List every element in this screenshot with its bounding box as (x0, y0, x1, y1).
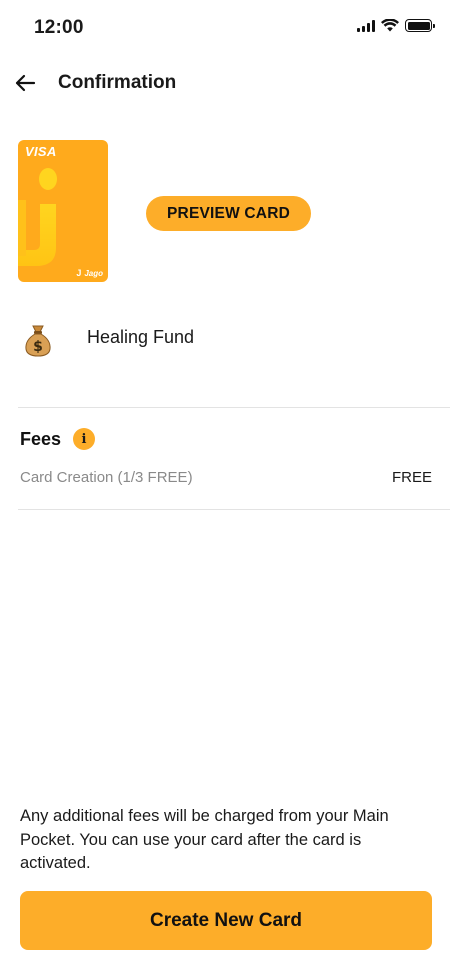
card-preview-section: VISA J Jago PREVIEW CARD (18, 140, 433, 282)
fees-header: Fees i (20, 428, 96, 450)
pocket-name: Healing Fund (87, 327, 195, 347)
svg-text:$: $ (33, 339, 43, 355)
jago-logo: J Jago (76, 268, 103, 278)
money-bag-icon: $ (20, 320, 56, 360)
fees-title: Fees (20, 428, 62, 449)
wifi-icon (381, 19, 399, 32)
app-header: Confirmation (0, 62, 450, 104)
status-time: 12:00 (34, 17, 84, 38)
divider (18, 407, 450, 408)
arrow-left-icon (15, 74, 36, 92)
jago-mark: J (76, 268, 82, 278)
create-new-card-button[interactable]: Create New Card (20, 891, 432, 950)
visa-logo: VISA (25, 144, 57, 159)
status-bar: 12:00 (0, 0, 450, 54)
preview-card-button[interactable]: PREVIEW CARD (146, 196, 311, 231)
cellular-signal-icon (357, 19, 375, 32)
info-icon[interactable]: i (73, 428, 96, 450)
card-image: VISA J Jago (18, 140, 108, 282)
fee-label: Card Creation (1/3 FREE) (20, 469, 193, 486)
status-icons (357, 19, 435, 32)
pocket-row: $ Healing Fund (20, 318, 430, 362)
divider (18, 509, 450, 510)
back-button[interactable] (12, 70, 38, 96)
fees-notice: Any additional fees will be charged from… (20, 807, 389, 872)
fee-value: FREE (391, 469, 432, 486)
battery-icon (405, 19, 435, 32)
card-art (18, 168, 57, 266)
fee-row: Card Creation (1/3 FREE) FREE (20, 467, 432, 489)
page-title: Confirmation (58, 72, 177, 93)
jago-wordmark: Jago (84, 268, 103, 278)
